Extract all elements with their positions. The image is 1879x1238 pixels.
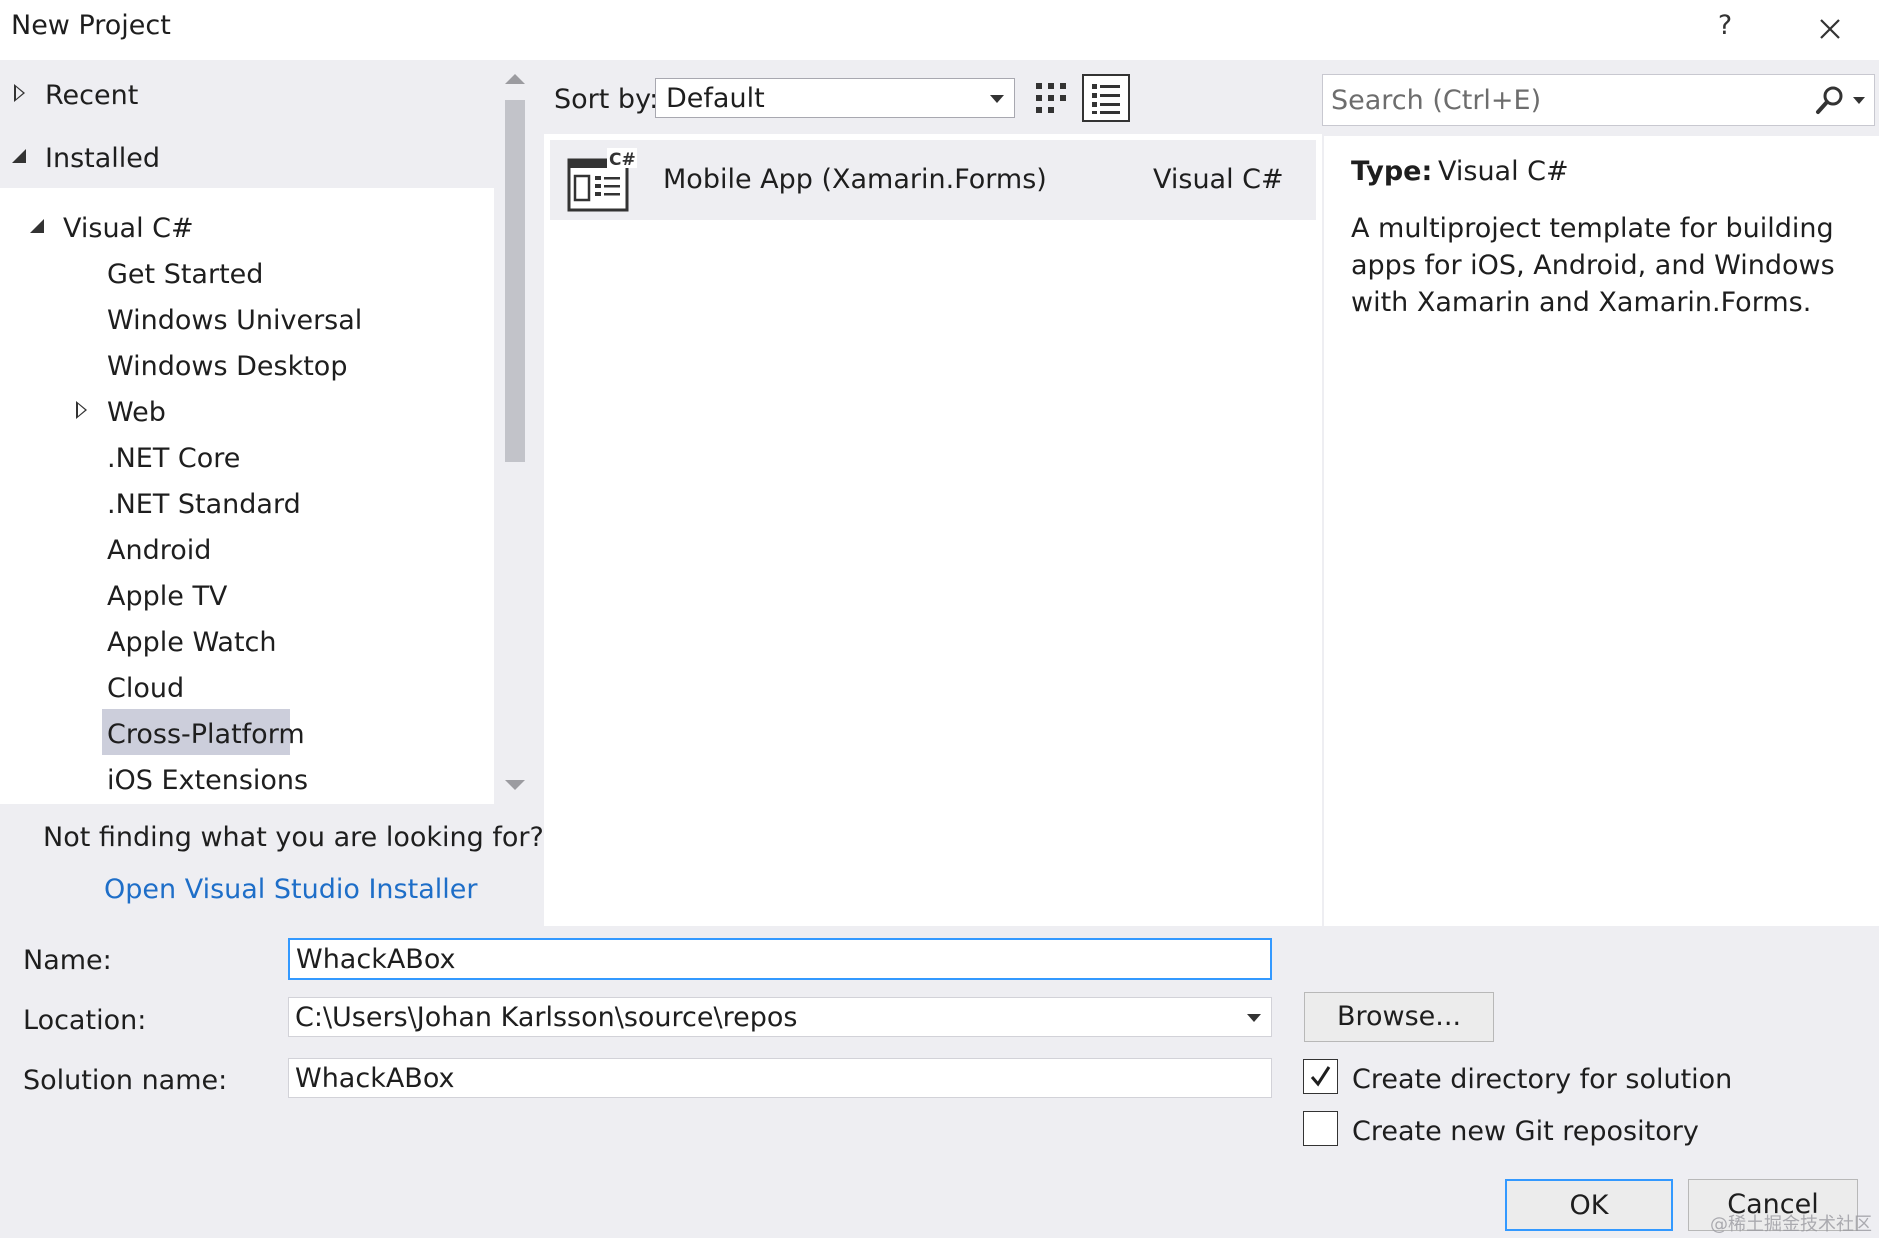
tree-item-ios-extensions[interactable]: iOS Extensions	[107, 765, 308, 796]
sort-by-dropdown[interactable]: Default	[655, 78, 1015, 118]
template-item-mobile-app[interactable]: C# Mobile App (Xamarin.Forms) Visual C#	[550, 140, 1316, 220]
search-box[interactable]	[1322, 74, 1875, 126]
location-input[interactable]	[295, 1001, 1265, 1033]
template-description: A multiproject template for building app…	[1351, 213, 1835, 318]
tree-item-apple-tv[interactable]: Apple TV	[107, 581, 227, 612]
template-language: Visual C#	[1153, 164, 1284, 195]
help-button[interactable]: ?	[1710, 10, 1740, 41]
create-directory-checkbox[interactable]	[1303, 1059, 1338, 1094]
tree-item-windows-universal[interactable]: Windows Universal	[107, 305, 362, 336]
chevron-down-icon[interactable]	[1247, 1014, 1261, 1022]
search-input[interactable]	[1331, 79, 1791, 121]
watermark: @稀土掘金技术社区	[1710, 1214, 1872, 1235]
tree-item-apple-watch[interactable]: Apple Watch	[107, 627, 277, 658]
location-label: Location:	[23, 1005, 147, 1036]
chevron-down-icon	[990, 95, 1004, 103]
name-label: Name:	[23, 945, 112, 976]
type-label: Type:	[1351, 156, 1433, 187]
scroll-down-arrow-icon[interactable]	[505, 780, 525, 790]
sort-by-value: Default	[666, 83, 765, 114]
tree-item-label: Installed	[45, 143, 161, 174]
solution-name-label: Solution name:	[23, 1065, 228, 1096]
create-git-repo-label[interactable]: Create new Git repository	[1352, 1116, 1699, 1147]
checkmark-icon	[1310, 1066, 1331, 1087]
sort-by-label: Sort by:	[554, 84, 659, 115]
tree-item-android[interactable]: Android	[107, 535, 211, 566]
tree-item-cloud[interactable]: Cloud	[107, 673, 184, 704]
close-icon	[1820, 19, 1840, 39]
tree-item-windows-desktop[interactable]: Windows Desktop	[107, 351, 347, 382]
ok-button[interactable]: OK	[1505, 1179, 1673, 1231]
template-details-pane	[1322, 60, 1879, 926]
name-field[interactable]	[288, 938, 1272, 980]
tree-item-get-started[interactable]: Get Started	[107, 259, 263, 290]
grid-view-icon	[1036, 83, 1066, 113]
list-view-button[interactable]	[1082, 74, 1130, 122]
location-combobox[interactable]	[288, 997, 1272, 1037]
expand-arrow-icon	[14, 84, 25, 102]
collapse-arrow-icon	[12, 149, 26, 163]
solution-name-input[interactable]	[295, 1062, 1265, 1094]
scroll-up-arrow-icon[interactable]	[505, 74, 525, 84]
list-view-icon	[1092, 84, 1120, 114]
tree-item-label: Visual C#	[63, 213, 194, 244]
search-options-chevron-icon[interactable]	[1853, 97, 1865, 104]
tree-item-cross-platform[interactable]: Cross-Platform	[107, 719, 305, 750]
type-value: Visual C#	[1438, 156, 1569, 187]
tree-item-net-standard[interactable]: .NET Standard	[107, 489, 301, 520]
search-icon[interactable]	[1813, 83, 1847, 117]
name-input[interactable]	[296, 943, 1264, 975]
small-icons-view-button[interactable]	[1033, 80, 1069, 116]
xamarin-forms-template-icon: C#	[565, 148, 637, 214]
open-installer-link[interactable]: Open Visual Studio Installer	[104, 874, 477, 905]
window-title: New Project	[11, 10, 171, 41]
not-finding-text: Not finding what you are looking for?	[43, 822, 544, 853]
tree-item-net-core[interactable]: .NET Core	[107, 443, 240, 474]
template-name: Mobile App (Xamarin.Forms)	[663, 164, 1047, 195]
svg-text:C#: C#	[609, 150, 636, 170]
browse-button[interactable]: Browse...	[1304, 992, 1494, 1042]
title-bar	[0, 0, 1879, 60]
create-directory-label[interactable]: Create directory for solution	[1352, 1064, 1732, 1095]
solution-name-field[interactable]	[288, 1058, 1272, 1098]
expand-arrow-icon	[76, 401, 87, 419]
create-git-repo-checkbox[interactable]	[1303, 1111, 1338, 1146]
tree-item-label: Recent	[45, 80, 139, 111]
scrollbar-thumb[interactable]	[505, 100, 525, 462]
collapse-arrow-icon	[30, 219, 44, 233]
tree-item-label: Web	[107, 397, 166, 428]
close-button[interactable]	[1812, 8, 1848, 48]
